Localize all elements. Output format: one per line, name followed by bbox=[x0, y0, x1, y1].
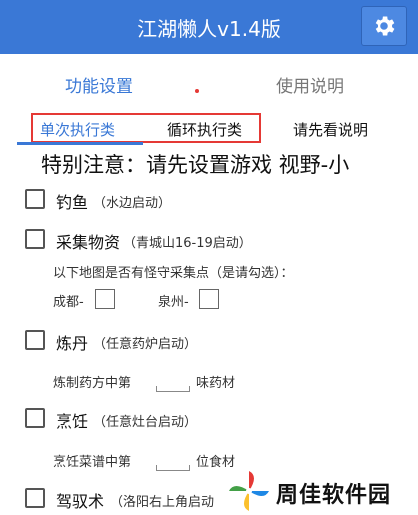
fishing-hint: （水边启动） bbox=[93, 196, 172, 211]
driving-label: 驾驭术 bbox=[56, 492, 105, 511]
driving-hint: （洛阳右上角启动 bbox=[110, 495, 215, 510]
gathering-question: 以下地图是否有怪守采集点（是请勾选）： bbox=[53, 266, 294, 281]
alchemy-prefix: 炼制药方中第 bbox=[53, 376, 132, 391]
tab-feature-settings[interactable]: 功能设置 bbox=[65, 72, 133, 97]
gathering-label: 采集物资 bbox=[56, 233, 121, 252]
active-subtab-indicator bbox=[17, 142, 143, 145]
pinwheel-logo bbox=[229, 471, 269, 511]
alchemy-suffix: 味药材 bbox=[196, 376, 236, 391]
cooking-checkbox[interactable] bbox=[25, 408, 45, 428]
alchemy-hint: （任意药炉启动） bbox=[93, 337, 198, 352]
cooking-prefix: 烹饪菜谱中第 bbox=[53, 455, 132, 470]
alchemy-label: 炼丹 bbox=[56, 334, 89, 353]
driving-checkbox[interactable] bbox=[25, 488, 45, 508]
gathering-checkbox[interactable] bbox=[25, 229, 45, 249]
subtab-single-run[interactable]: 单次执行类 bbox=[40, 119, 115, 140]
settings-button[interactable] bbox=[361, 6, 407, 46]
cooking-label: 烹饪 bbox=[56, 412, 89, 431]
title-bar: 江湖懒人v1.4版 bbox=[0, 0, 418, 54]
map-quanzhou-label: 泉州- bbox=[158, 295, 189, 310]
gathering-hint: （青城山16-19启动） bbox=[123, 236, 252, 251]
notification-dot bbox=[195, 89, 199, 93]
subtab-loop-run[interactable]: 循环执行类 bbox=[167, 119, 242, 140]
app-title: 江湖懒人v1.4版 bbox=[137, 17, 281, 41]
notice-text: 特别注意：请先设置游戏 视野-小 bbox=[41, 153, 350, 177]
map-chengdu-label: 成都- bbox=[53, 295, 84, 310]
gear-icon bbox=[375, 16, 395, 36]
cooking-number-input[interactable] bbox=[156, 451, 190, 471]
watermark: 周佳软件园 bbox=[226, 468, 416, 514]
cooking-hint: （任意灶台启动） bbox=[93, 415, 198, 430]
map-quanzhou-checkbox[interactable] bbox=[199, 289, 219, 309]
alchemy-checkbox[interactable] bbox=[25, 330, 45, 350]
tab-instructions[interactable]: 使用说明 bbox=[276, 72, 344, 97]
watermark-text: 周佳软件园 bbox=[276, 483, 392, 508]
map-chengdu-checkbox[interactable] bbox=[95, 289, 115, 309]
alchemy-number-input[interactable] bbox=[156, 372, 190, 392]
fishing-label: 钓鱼 bbox=[56, 193, 89, 212]
fishing-checkbox[interactable] bbox=[25, 189, 45, 209]
subtab-read-first[interactable]: 请先看说明 bbox=[293, 119, 368, 140]
